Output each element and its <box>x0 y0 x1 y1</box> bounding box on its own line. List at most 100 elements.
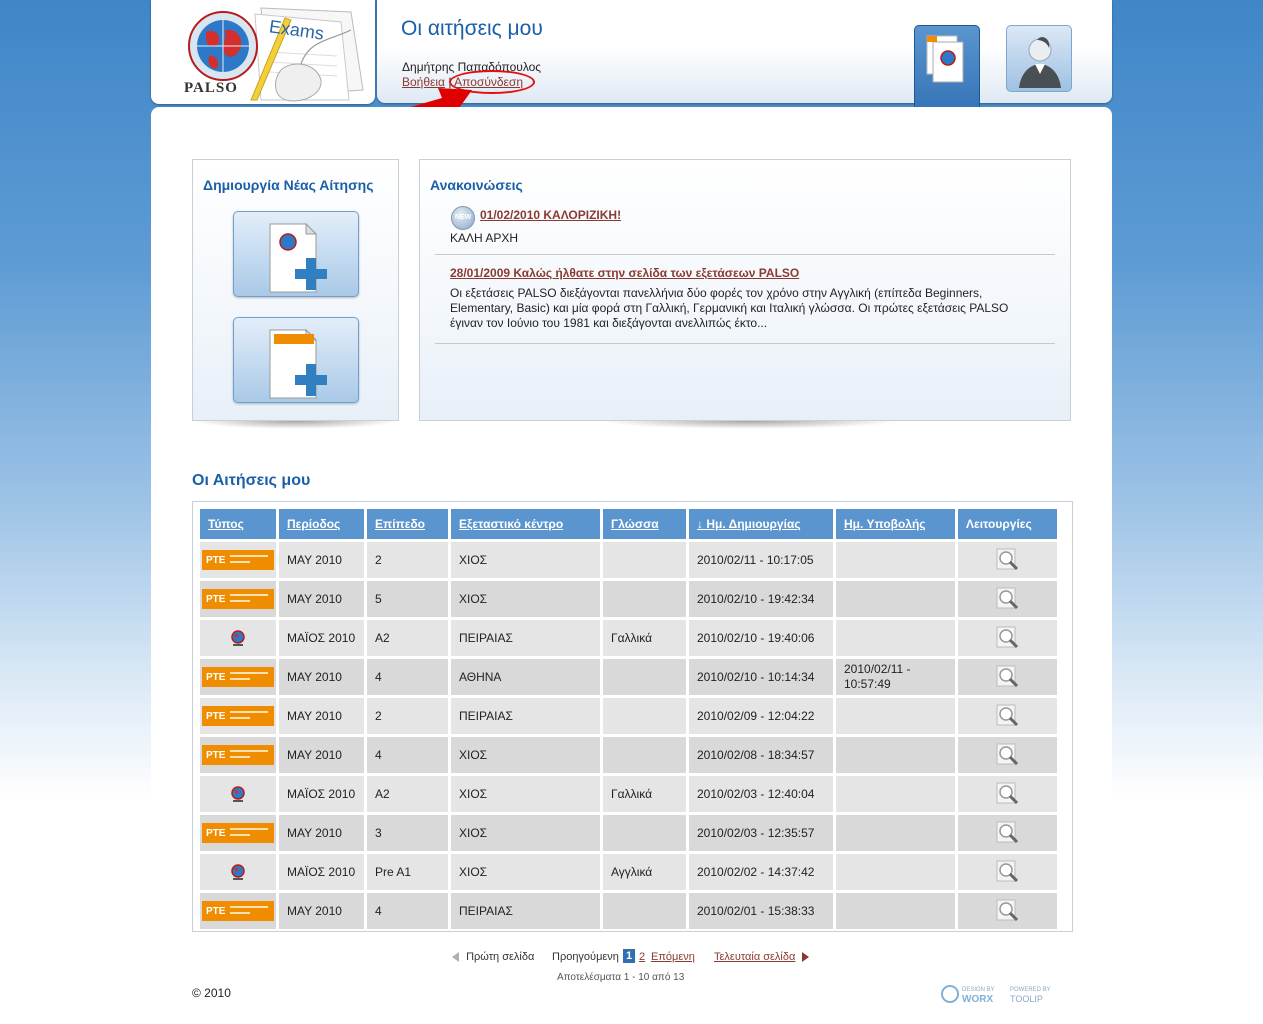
header-panel: Οι αιτήσεις μου Δημήτρης Παπαδόπουλος Βο… <box>377 0 1112 103</box>
palso-logo-icon <box>231 864 245 880</box>
cell-submitted-date <box>836 737 955 773</box>
cell-submitted-date <box>836 698 955 734</box>
table-row: PTE ΜΑΥ 2010 4 ΧΙΟΣ 2010/02/08 - 18:34:57 <box>200 737 1057 773</box>
cell-period: ΜΑΪΟΣ 2010 <box>279 620 364 656</box>
view-application-button[interactable] <box>958 659 1057 695</box>
announcement-heading[interactable]: 01/02/2010 ΚΑΛΟΡΙΖΙΚΗ! <box>480 208 621 222</box>
box-shadow <box>600 421 900 429</box>
palso-document-add-icon <box>269 222 327 293</box>
cell-period: ΜΑΥ 2010 <box>279 737 364 773</box>
col-exam-center[interactable]: Εξεταστικό κέντρο <box>451 509 600 539</box>
first-page-arrow-icon <box>452 952 459 963</box>
applications-section-title: Οι Αιτήσεις μου <box>192 472 311 489</box>
cell-submitted-date <box>836 776 955 812</box>
cell-created-date: 2010/02/10 - 10:14:34 <box>689 659 833 695</box>
announcement-divider <box>435 343 1055 344</box>
pager-last[interactable]: Τελευταία σελίδα <box>714 951 810 963</box>
view-application-button[interactable] <box>958 893 1057 929</box>
view-application-button[interactable] <box>958 698 1057 734</box>
table-row: PTE ΜΑΥ 2010 4 ΑΘΗΝΑ 2010/02/10 - 10:14:34 20… <box>200 659 1057 695</box>
cell-level: 4 <box>367 659 448 695</box>
col-actions: Λειτουργίες <box>958 509 1057 539</box>
svg-text:WORX: WORX <box>962 994 993 1004</box>
pager-current-page: 1 <box>623 949 636 963</box>
announcement-body: Οι εξετάσεις PALSO διεξάγονται πανελλήνι… <box>450 286 1009 330</box>
view-magnifier-icon <box>996 821 1018 844</box>
cell-language <box>603 815 686 851</box>
cell-level: 2 <box>367 698 448 734</box>
cell-level: 5 <box>367 581 448 617</box>
new-palso-application-button[interactable] <box>233 211 359 297</box>
site-logo[interactable]: Exams PALSO <box>151 0 375 104</box>
view-application-button[interactable] <box>958 854 1057 890</box>
pte-logo-icon: PTE <box>202 823 274 843</box>
cell-created-date: 2010/02/02 - 14:37:42 <box>689 854 833 890</box>
new-pte-application-button[interactable] <box>233 317 359 403</box>
cell-exam-center: ΧΙΟΣ <box>451 542 600 578</box>
pte-logo-icon: PTE <box>202 706 274 726</box>
cell-language: Γαλλικά <box>603 620 686 656</box>
cell-submitted-date <box>836 620 955 656</box>
cell-created-date: 2010/02/03 - 12:40:04 <box>689 776 833 812</box>
col-submitted-date[interactable]: Ημ. Υποβολής <box>836 509 955 539</box>
tab-user-profile[interactable] <box>1006 25 1072 92</box>
announcement-body: ΚΑΛΗ ΑΡΧΗ <box>450 231 519 245</box>
cell-type: PTE <box>200 659 276 695</box>
announcement-heading[interactable]: 28/01/2009 Καλώς ήλθατε στην σελίδα των … <box>450 266 799 280</box>
table-row: ΜΑΪΟΣ 2010 A2 ΠΕΙΡΑΙΑΣ Γαλλικά 2010/02/10 - … <box>200 620 1057 656</box>
cell-type <box>200 620 276 656</box>
cell-language <box>603 581 686 617</box>
pager-first: Πρώτη σελίδα <box>452 951 534 963</box>
cell-type <box>200 854 276 890</box>
col-type[interactable]: Τύπος <box>200 509 276 539</box>
view-application-button[interactable] <box>958 776 1057 812</box>
view-magnifier-icon <box>996 626 1018 649</box>
cell-period: ΜΑΥ 2010 <box>279 659 364 695</box>
cell-exam-center: ΧΙΟΣ <box>451 581 600 617</box>
pager-prev: Προηγούμενη <box>552 951 619 963</box>
cell-level: A2 <box>367 620 448 656</box>
cell-exam-center: ΧΙΟΣ <box>451 854 600 890</box>
col-language[interactable]: Γλώσσα <box>603 509 686 539</box>
cell-level: Pre A1 <box>367 854 448 890</box>
view-magnifier-icon <box>996 548 1018 571</box>
cell-period: ΜΑΥ 2010 <box>279 698 364 734</box>
cell-submitted-date <box>836 854 955 890</box>
cell-submitted-date <box>836 815 955 851</box>
cell-created-date: 2010/02/01 - 15:38:33 <box>689 893 833 929</box>
table-header-row: Τύπος Περίοδος Επίπεδο Εξεταστικό κέντρο… <box>200 509 1057 539</box>
last-page-arrow-icon <box>802 952 810 963</box>
cell-period: ΜΑΪΟΣ 2010 <box>279 854 364 890</box>
view-application-button[interactable] <box>958 581 1057 617</box>
table-row: ΜΑΪΟΣ 2010 A2 ΧΙΟΣ Γαλλικά 2010/02/03 - 12:4… <box>200 776 1057 812</box>
col-created-date[interactable]: ↓ Ημ. Δημιουργίας <box>689 509 833 539</box>
cell-level: 2 <box>367 542 448 578</box>
announcement-item: 01/02/2010 ΚΑΛΟΡΙΖΙΚΗ! <box>480 208 1040 222</box>
col-period[interactable]: Περίοδος <box>279 509 364 539</box>
copyright: © 2010 <box>192 986 231 1000</box>
cell-language <box>603 698 686 734</box>
table-row: PTE ΜΑΥ 2010 2 ΠΕΙΡΑΙΑΣ 2010/02/09 - 12:04:2… <box>200 698 1057 734</box>
cell-level: 4 <box>367 737 448 773</box>
view-application-button[interactable] <box>958 620 1057 656</box>
view-application-button[interactable] <box>958 815 1057 851</box>
cell-type: PTE <box>200 737 276 773</box>
cell-submitted-date <box>836 581 955 617</box>
view-application-button[interactable] <box>958 737 1057 773</box>
col-level[interactable]: Επίπεδο <box>367 509 448 539</box>
new-badge-icon: NEW <box>451 206 475 230</box>
cell-language: Αγγλικά <box>603 854 686 890</box>
table-row: PTE ΜΑΥ 2010 4 ΠΕΙΡΑΙΑΣ 2010/02/01 - 15:38:3… <box>200 893 1057 929</box>
credits-logos: DESIGN BY WORX POWERED BY TOOLIP <box>941 985 1051 1004</box>
view-magnifier-icon <box>996 665 1018 688</box>
new-application-title: Δημιουργία Νέας Αίτησης <box>203 177 374 193</box>
announcement-item: 28/01/2009 Καλώς ήλθατε στην σελίδα των … <box>450 266 1040 331</box>
pte-logo-icon: PTE <box>202 745 274 765</box>
pager-next[interactable]: Επόμενη <box>651 951 695 963</box>
new-application-box: Δημιουργία Νέας Αίτησης <box>192 159 399 421</box>
cell-type <box>200 776 276 812</box>
palso-logo-icon <box>231 786 245 802</box>
pager-page-2[interactable]: 2 <box>639 951 645 963</box>
svg-text:POWERED BY: POWERED BY <box>1010 987 1051 993</box>
view-application-button[interactable] <box>958 542 1057 578</box>
